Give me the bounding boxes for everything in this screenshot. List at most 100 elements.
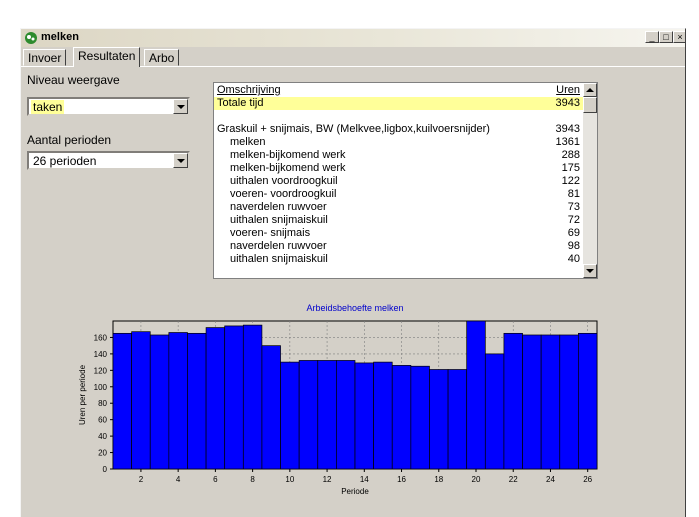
bar (149, 334, 170, 470)
row-description: uithalen snijmaiskuil (230, 214, 328, 226)
tab-bar: Invoer Resultaten Arbo (21, 47, 685, 67)
x-tick-label: 16 (397, 475, 406, 484)
vertical-scrollbar[interactable] (583, 83, 597, 278)
bar (112, 332, 132, 470)
workload-chart: Arbeidsbehoefte melken 0 20 40 60 80 100 120 140… (78, 303, 598, 496)
perioden-value: 26 perioden (33, 154, 97, 168)
row-hours: 73 (567, 201, 580, 213)
y-axis-label: Uren per periode (78, 364, 87, 425)
table-row[interactable]: melken-bijkomend werk 288 (214, 149, 584, 162)
row-description: voeren- snijmais (230, 227, 311, 239)
table-row[interactable]: melken-bijkomend werk 175 (214, 162, 584, 175)
row-description: naverdelen ruwvoer (230, 201, 327, 213)
bar (466, 320, 486, 470)
perioden-select[interactable]: 26 perioden (27, 151, 190, 170)
maximize-button[interactable]: □ (659, 31, 673, 43)
table-row[interactable]: naverdelen ruwvoer 73 (214, 201, 584, 214)
table-row[interactable]: voeren- snijmais 69 (214, 227, 584, 240)
y-tick-label: 120 (94, 366, 108, 375)
perioden-label: Aantal perioden (27, 133, 112, 147)
y-tick-label: 60 (98, 416, 107, 425)
row-description: Graskuil + snijmais, BW (Melkvee,ligbox,… (217, 123, 490, 135)
row-hours: 69 (567, 227, 580, 239)
bar (503, 332, 523, 470)
y-tick-label: 80 (98, 399, 107, 408)
x-tick-label: 14 (360, 475, 369, 484)
close-button[interactable]: × (673, 31, 685, 43)
cow-icon (25, 32, 37, 44)
bar (205, 327, 226, 470)
table-row[interactable]: melken 1361 (214, 136, 584, 149)
y-tick-label: 40 (98, 432, 107, 441)
table-row[interactable]: uithalen snijmaiskuil 72 (214, 214, 584, 227)
row-hours: 175 (561, 162, 580, 174)
results-grid[interactable]: Omschrijving Uren Totale tijd 3943 Grask… (213, 82, 598, 279)
scroll-thumb[interactable] (583, 97, 597, 113)
bar (484, 353, 505, 470)
y-tick-label: 140 (94, 350, 108, 359)
bar (131, 331, 151, 470)
bar (578, 332, 598, 470)
bar (280, 361, 300, 470)
table-row[interactable]: uithalen voordroogkuil 122 (214, 175, 584, 188)
app-window: melken _ □ × Invoer Resultaten Arbo Nive… (20, 28, 686, 517)
row-description: voeren- voordroogkuil (230, 188, 337, 200)
chart-title: Arbeidsbehoefte melken (306, 303, 403, 313)
bar (522, 334, 542, 470)
x-tick-label: 24 (546, 475, 555, 484)
total-hours: 3943 (555, 97, 580, 109)
bar (336, 360, 356, 470)
bar (410, 365, 430, 470)
x-tick-label: 4 (176, 475, 181, 484)
table-row[interactable]: uithalen snijmaiskuil 40 (214, 253, 584, 266)
bar (224, 325, 244, 470)
niveau-label: Niveau weergave (27, 73, 120, 87)
row-description: uithalen voordroogkuil (230, 175, 338, 187)
niveau-select[interactable]: taken (27, 97, 190, 116)
column-header-omschrijving[interactable]: Omschrijving (217, 84, 281, 97)
tab-resultaten[interactable]: Resultaten (73, 47, 141, 67)
x-tick-label: 2 (139, 475, 144, 484)
x-tick-label: 10 (285, 475, 294, 484)
x-axis-label: Periode (341, 487, 369, 496)
row-description: naverdelen ruwvoer (230, 240, 327, 252)
bar (447, 369, 468, 470)
row-hours: 3943 (555, 123, 580, 135)
chevron-down-icon[interactable] (173, 99, 188, 114)
minimize-button[interactable]: _ (645, 31, 659, 43)
scroll-down-button[interactable] (583, 264, 597, 278)
bar (242, 324, 263, 470)
scroll-up-button[interactable] (583, 83, 597, 97)
bar (559, 334, 579, 470)
bar (540, 334, 561, 470)
x-tick-label: 26 (583, 475, 592, 484)
grid-header: Omschrijving Uren (214, 84, 584, 97)
x-tick-label: 8 (250, 475, 255, 484)
niveau-value: taken (31, 100, 65, 114)
bar (373, 361, 393, 470)
row-hours: 98 (567, 240, 580, 252)
tab-arbo[interactable]: Arbo (144, 49, 180, 66)
x-tick-label: 22 (509, 475, 518, 484)
row-hours: 288 (561, 149, 580, 161)
chevron-down-icon[interactable] (173, 153, 188, 168)
y-tick-label: 0 (103, 465, 108, 474)
x-tick-label: 20 (472, 475, 481, 484)
y-tick-label: 100 (94, 383, 108, 392)
row-description: melken (230, 136, 266, 148)
row-description: uithalen snijmaiskuil (230, 253, 328, 265)
column-header-uren[interactable]: Uren (556, 84, 580, 97)
title-bar[interactable]: melken _ □ × (21, 29, 685, 47)
tab-invoer[interactable]: Invoer (23, 49, 67, 66)
row-hours: 40 (567, 253, 580, 265)
total-row[interactable]: Totale tijd 3943 (214, 97, 584, 110)
table-row[interactable]: naverdelen ruwvoer 98 (214, 240, 584, 253)
x-tick-label: 12 (323, 475, 332, 484)
y-tick-label: 160 (94, 333, 108, 342)
row-description: melken-bijkomend werk (230, 149, 346, 161)
table-row[interactable]: Graskuil + snijmais, BW (Melkvee,ligbox,… (214, 123, 584, 136)
bar (429, 369, 449, 470)
bar (168, 332, 188, 470)
table-row[interactable]: voeren- voordroogkuil 81 (214, 188, 584, 201)
row-description: melken-bijkomend werk (230, 162, 346, 174)
